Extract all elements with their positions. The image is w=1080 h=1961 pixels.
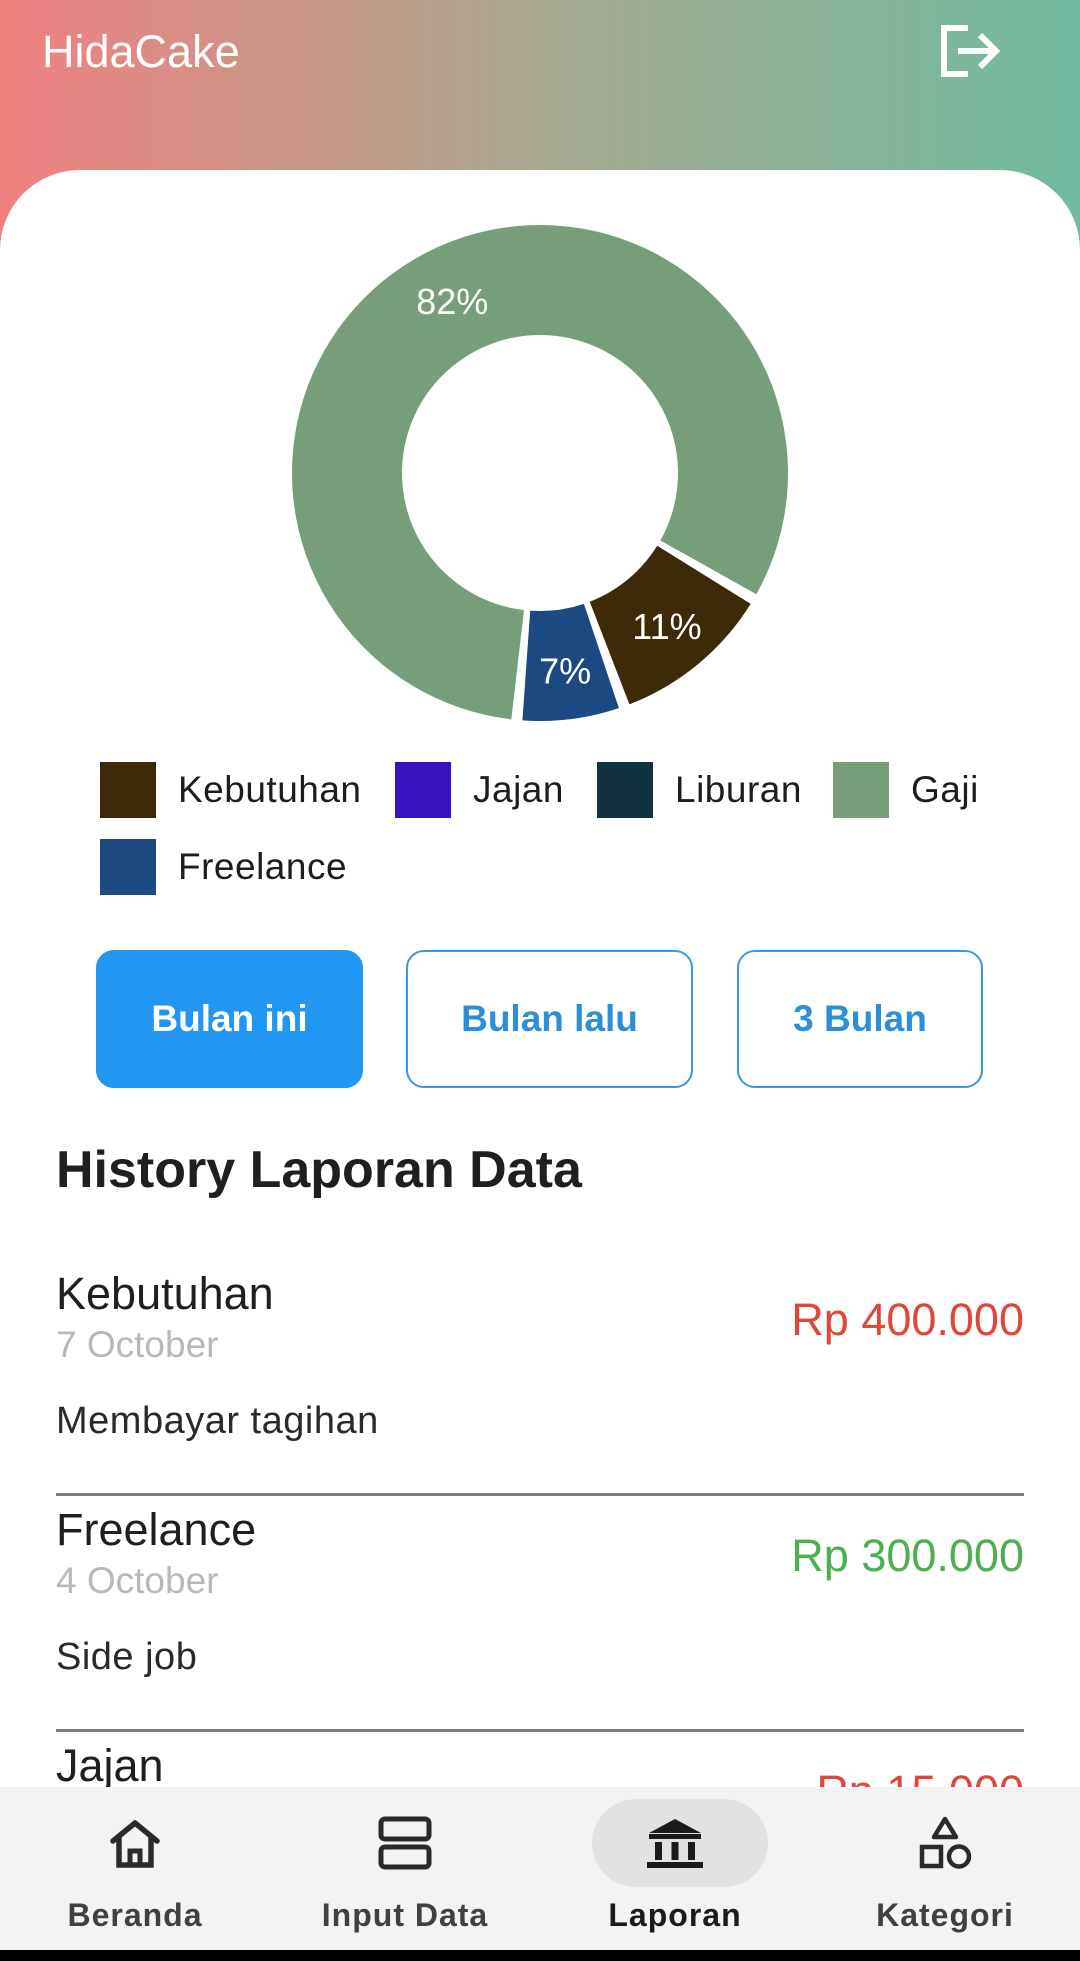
bank-icon (647, 1819, 703, 1868)
legend-swatch (100, 839, 156, 895)
row-date: 4 October (56, 1560, 219, 1601)
nav-label: Beranda (67, 1897, 203, 1933)
nav-label: Kategori (876, 1897, 1014, 1933)
history-row[interactable]: Jajan Rp 15.000 (56, 1732, 1024, 1790)
filter-last-month-button[interactable]: Bulan lalu (406, 950, 693, 1088)
row-amount: Rp 400.000 (791, 1294, 1024, 1345)
row-category: Freelance (56, 1504, 257, 1555)
logout-icon (941, 25, 1001, 77)
legend-item-jajan: Jajan (395, 762, 564, 818)
row-note: Membayar tagihan (56, 1400, 379, 1442)
storage-icon (378, 1816, 432, 1870)
logout-button[interactable] (934, 18, 1006, 84)
row-note: Side job (56, 1636, 198, 1678)
legend-label: Jajan (473, 769, 564, 810)
donut-label-kebutuhan: 11% (632, 606, 701, 647)
donut-label-freelance: 7% (539, 650, 591, 691)
nav-item-laporan[interactable]: Laporan (540, 1787, 810, 1950)
home-icon (110, 1820, 160, 1868)
report-card: 82% 7% 11% Kebutuhan Jajan Liburan Gaji Fr… (0, 170, 1080, 1790)
nav-item-kategori[interactable]: Kategori (810, 1787, 1080, 1950)
legend-label: Freelance (178, 846, 348, 887)
legend-item-kebutuhan: Kebutuhan (100, 762, 362, 818)
screen: HidaCake 82% 7% 11% Kebutuhan Jajan Libu… (0, 0, 1080, 1950)
row-date: 7 October (56, 1324, 219, 1365)
history-row[interactable]: Freelance 4 October Side job Rp 300.000 (56, 1496, 1024, 1732)
bottom-navigation: Beranda Input Data Laporan Kategori (0, 1787, 1080, 1950)
legend-swatch (597, 762, 653, 818)
legend-item-freelance: Freelance (100, 839, 347, 895)
legend-swatch (100, 762, 156, 818)
donut-chart: 82% 7% 11% (0, 170, 1080, 770)
legend-item-gaji: Gaji (833, 762, 979, 818)
legend-label: Gaji (911, 769, 979, 810)
donut-chart-svg: 82% 7% 11% (291, 225, 788, 721)
legend-label: Kebutuhan (178, 769, 362, 810)
filter-three-months-button[interactable]: 3 Bulan (737, 950, 983, 1088)
legend-swatch (833, 762, 889, 818)
category-icon (919, 1816, 972, 1869)
nav-label: Input Data (321, 1897, 489, 1933)
row-amount: Rp 300.000 (791, 1530, 1024, 1581)
history-row[interactable]: Kebutuhan 7 October Membayar tagihan Rp … (56, 1260, 1024, 1496)
nav-item-beranda[interactable]: Beranda (0, 1787, 270, 1950)
history-title: History Laporan Data (56, 1141, 582, 1199)
nav-label: Laporan (608, 1897, 742, 1933)
legend-item-liburan: Liburan (597, 762, 802, 818)
filter-this-month-button[interactable]: Bulan ini (96, 950, 363, 1088)
nav-item-input-data[interactable]: Input Data (270, 1787, 540, 1950)
app-title: HidaCake (42, 26, 240, 77)
legend-swatch (395, 762, 451, 818)
donut-label-gaji: 82% (416, 281, 488, 322)
row-category: Jajan (56, 1740, 164, 1790)
row-category: Kebutuhan (56, 1268, 274, 1319)
legend-label: Liburan (675, 769, 802, 810)
